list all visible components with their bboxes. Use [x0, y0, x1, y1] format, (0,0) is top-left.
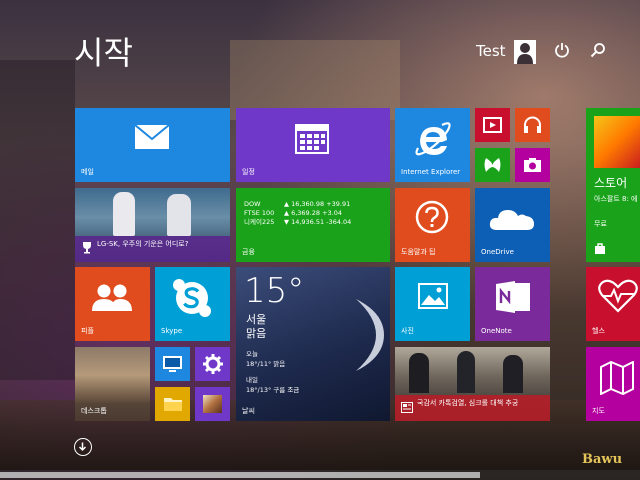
health-label: 헬스: [592, 327, 605, 335]
stock-row: 니케이225 ▼ 14,936.51 -364.04: [244, 218, 352, 226]
photo-icon: [418, 283, 448, 309]
stock-row: DOW ▲ 16,360.98 +39.91: [244, 200, 351, 208]
onenote-label: OneNote: [481, 327, 512, 335]
gear-icon: [203, 354, 223, 374]
people-label: 피플: [81, 327, 94, 335]
user-icon[interactable]: [514, 40, 536, 64]
photos-tile[interactable]: 사진: [395, 267, 470, 341]
folder-icon: [164, 398, 182, 411]
internet-explorer-tile[interactable]: Internet Explorer: [395, 108, 470, 182]
maps-tile[interactable]: 지도: [586, 347, 640, 421]
weather-tomorrow: 18°/13° 구름 조금: [246, 386, 300, 394]
store-game-thumbnail: [594, 116, 640, 168]
start-title: 시작: [74, 34, 133, 72]
question-icon: [415, 200, 449, 234]
headphones-icon: [524, 116, 541, 133]
stock-list: DOW ▲ 16,360.98 +39.91 FTSE 100 ▲ 6,369.28…: [244, 200, 351, 227]
file-explorer-tile[interactable]: [155, 387, 190, 421]
sports-caption: LG-SK, 우주의 기운은 어디로?: [97, 240, 189, 248]
heart-icon: [598, 279, 638, 313]
finance-tile[interactable]: DOW ▲ 16,360.98 +39.91 FTSE 100 ▲ 6,369.28…: [236, 188, 390, 262]
news-tile[interactable]: 국감서 카톡검열, 심크롤 대책 추궁: [395, 347, 550, 421]
weather-temperature: 15°: [244, 271, 305, 311]
onedrive-label: OneDrive: [481, 248, 514, 256]
settings-tile[interactable]: [195, 347, 230, 381]
desktop-tile[interactable]: 데스크톱: [75, 347, 150, 421]
sports-tile[interactable]: LG-SK, 우주의 기운은 어디로?: [75, 188, 230, 262]
map-icon: [600, 361, 634, 395]
onenote-icon: [496, 281, 530, 313]
arrow-down-icon: [78, 442, 87, 452]
stock-row: FTSE 100 ▲ 6,369.28 +3.04: [244, 209, 342, 217]
trophy-icon: [83, 242, 91, 254]
weather-city: 서울 맑음: [246, 313, 267, 340]
desktop-wallpaper-thumbnail: [75, 347, 150, 403]
newspaper-icon: [401, 402, 413, 413]
game-controller-icon: [484, 158, 501, 172]
weather-tile[interactable]: 15° 서울 맑음 오늘 18°/11° 맑음 내일 18°/13° 구름 조금…: [236, 267, 390, 421]
weather-condition: 맑음: [246, 327, 267, 340]
onenote-tile[interactable]: OneNote: [475, 267, 550, 341]
watermark: Bawu: [582, 452, 623, 467]
finance-label: 금융: [242, 248, 255, 256]
internet-explorer-icon: [415, 122, 451, 156]
store-bag-icon: [595, 243, 605, 254]
music-tile[interactable]: [515, 108, 550, 142]
scrollbar-thumb[interactable]: [0, 472, 480, 478]
pc-settings-tile[interactable]: [155, 347, 190, 381]
power-icon[interactable]: [554, 42, 570, 58]
video-icon: [483, 117, 502, 133]
image-thumbnail: [203, 395, 222, 413]
camera-tile[interactable]: [515, 148, 550, 182]
calendar-label: 일정: [242, 168, 255, 176]
news-caption-bar: 국감서 카톡검열, 심크롤 대책 추궁: [395, 395, 550, 421]
store-price: 무료: [594, 220, 607, 228]
onedrive-tile[interactable]: OneDrive: [475, 188, 550, 262]
mail-icon: [134, 124, 170, 149]
mail-label: 메일: [81, 168, 94, 176]
skype-icon: [173, 279, 211, 317]
skype-label: Skype: [161, 327, 183, 335]
photo-app-tile[interactable]: [195, 387, 230, 421]
calendar-tile[interactable]: 일정: [236, 108, 390, 182]
weather-label: 날씨: [242, 407, 255, 415]
skype-tile[interactable]: Skype: [155, 267, 230, 341]
weather-tomorrow-label: 내일: [246, 376, 258, 384]
games-tile[interactable]: [475, 148, 510, 182]
help-label: 도움말과 팁: [401, 248, 436, 256]
health-tile[interactable]: 헬스: [586, 267, 640, 341]
internet-explorer-label: Internet Explorer: [401, 168, 461, 176]
search-icon[interactable]: [590, 42, 606, 58]
camera-icon: [524, 158, 541, 172]
store-subtitle: 아스팔트 8: 에: [594, 195, 638, 203]
store-tile[interactable]: 스토어 아스팔트 8: 에 무료: [586, 108, 640, 262]
monitor-icon: [163, 356, 182, 372]
user-name[interactable]: Test: [476, 42, 506, 60]
mail-tile[interactable]: 메일: [75, 108, 230, 182]
moon-icon: [356, 299, 384, 371]
photos-label: 사진: [401, 327, 414, 335]
weather-today-label: 오늘: [246, 350, 258, 358]
maps-label: 지도: [592, 407, 605, 415]
weather-today: 18°/11° 맑음: [246, 360, 286, 368]
people-icon: [92, 284, 132, 311]
news-caption: 국감서 카톡검열, 심크롤 대책 추궁: [417, 399, 519, 407]
help-tile[interactable]: 도움말과 팁: [395, 188, 470, 262]
sports-caption-bar: LG-SK, 우주의 기운은 어디로?: [75, 236, 230, 262]
desktop-label: 데스크톱: [81, 407, 107, 415]
all-apps-button[interactable]: [74, 438, 92, 456]
calendar-icon: [295, 124, 329, 154]
people-tile[interactable]: 피플: [75, 267, 150, 341]
cloud-icon: [489, 210, 534, 230]
store-title: 스토어: [594, 176, 628, 190]
video-tile[interactable]: [475, 108, 510, 142]
